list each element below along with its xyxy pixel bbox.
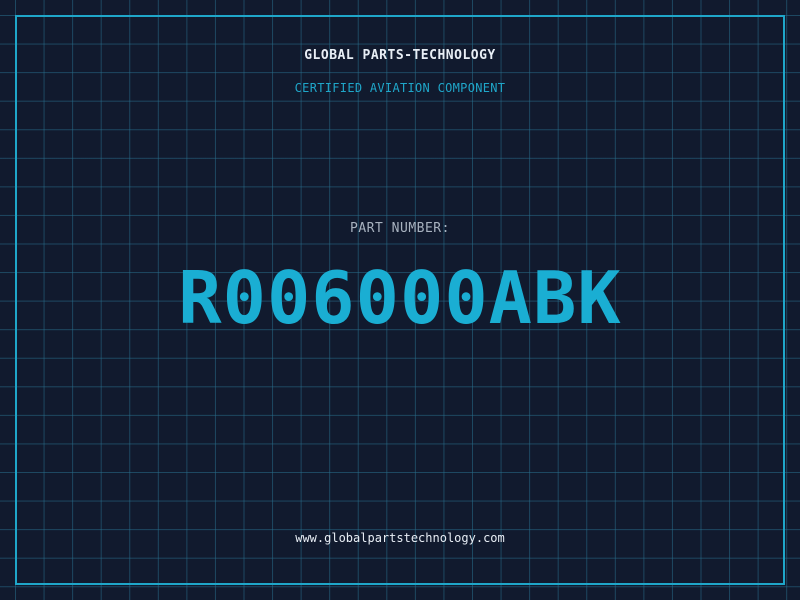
website-url: www.globalpartstechnology.com (295, 531, 505, 545)
company-name: GLOBAL PARTS-TECHNOLOGY (304, 48, 496, 63)
certification-tagline: CERTIFIED AVIATION COMPONENT (294, 81, 506, 95)
part-number-label: PART NUMBER: (350, 221, 450, 236)
part-number-value: R006000ABK (178, 256, 622, 340)
